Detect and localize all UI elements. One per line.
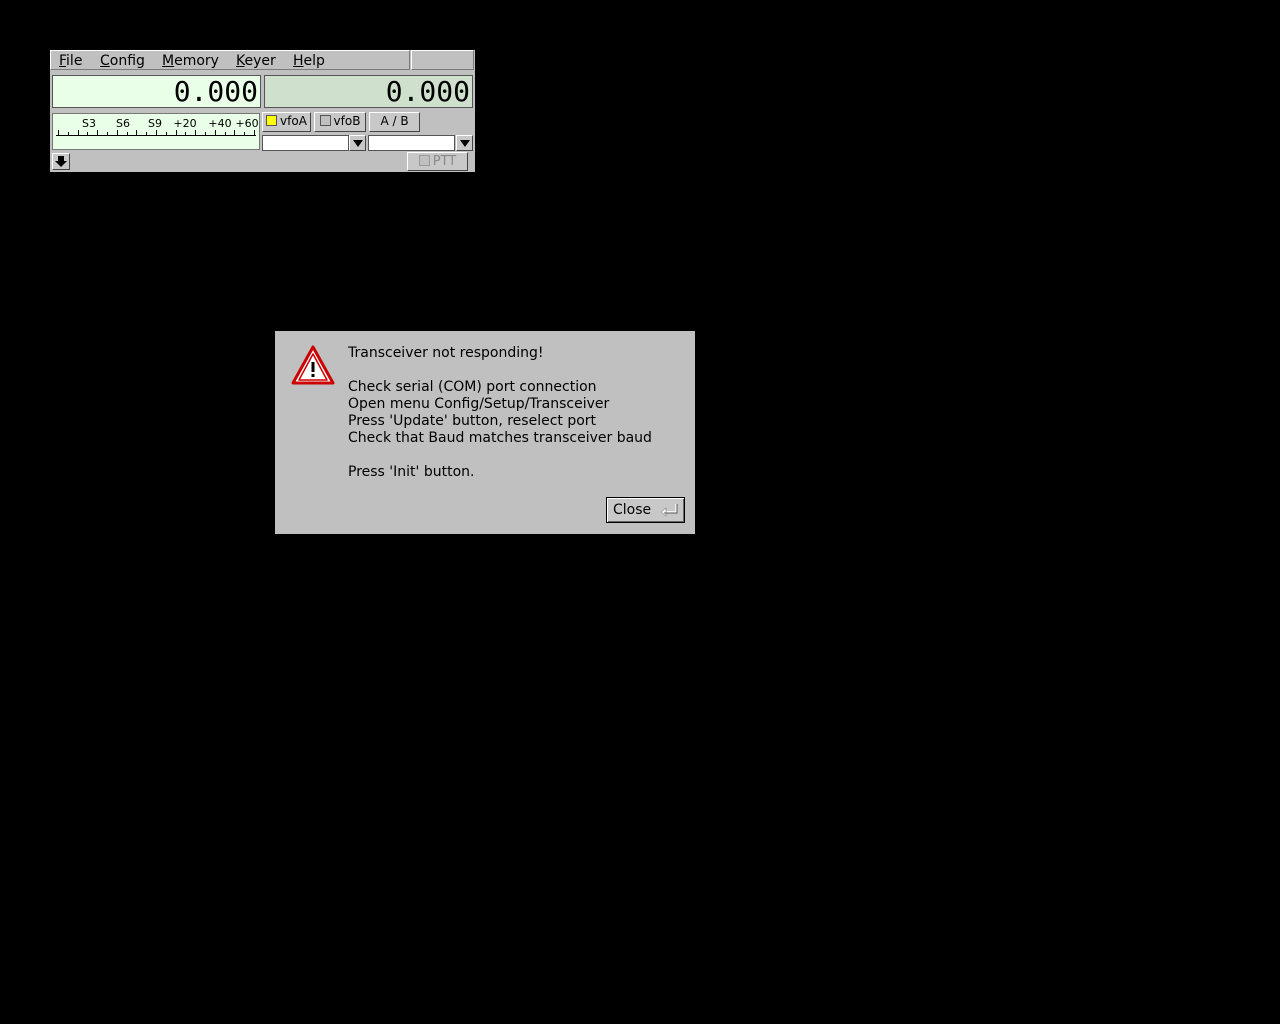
menu-memory[interactable]: Memory [162,52,219,70]
bandwidth-combo-dropdown-icon[interactable] [456,135,473,151]
bandwidth-combo[interactable] [368,135,473,151]
s-meter: S3 S6 S9 +20 +40 +60 [52,113,260,150]
s-meter-tick [156,130,157,135]
s-meter-tick [254,130,255,135]
a-b-swap-button[interactable]: A / B [369,112,420,132]
s-meter-tick [224,132,226,135]
s-meter-tick [77,130,79,135]
s-meter-tick [244,132,246,135]
mode-combo-field[interactable] [262,135,349,151]
s-meter-tick [87,132,89,135]
close-button[interactable]: Close [606,497,685,523]
a-b-swap-button-label: A / B [380,114,409,128]
menu-bar-extra [411,50,474,70]
vfo-b-frequency-display[interactable]: 0.000 [264,75,473,108]
vfo-b-indicator [319,115,331,126]
s-meter-tick [116,130,118,135]
ptt-button-label: PTT [432,154,457,169]
bandwidth-combo-field[interactable] [368,135,455,151]
s-meter-scale: S3 S6 S9 +20 +40 +60 [56,117,259,136]
dialog-message: Transceiver not responding! Check serial… [348,345,652,480]
menu-file[interactable]: File [59,52,82,70]
vfo-b-button[interactable]: vfoB [314,112,366,132]
menu-config[interactable]: Config [100,52,145,70]
s-meter-tick [97,130,99,135]
expand-down-arrow-icon[interactable] [52,153,70,170]
s-meter-tick [107,132,108,135]
close-button-label: Close [613,502,652,518]
s-meter-label-s3: S3 [82,117,96,130]
ptt-button[interactable]: PTT [407,152,468,171]
s-meter-label-s6: S6 [116,117,130,130]
s-meter-tick [67,132,69,135]
menu-help[interactable]: Help [293,52,325,70]
mode-combo[interactable] [262,135,366,151]
s-meter-tick [205,132,206,135]
s-meter-label-plus20: +20 [173,117,197,130]
s-meter-tick [126,132,128,135]
vfo-a-button-label: vfoA [280,114,307,128]
s-meter-tick [165,132,167,135]
vfo-a-frequency-display[interactable]: 0.000 [52,75,261,108]
enter-key-icon [660,504,678,517]
s-meter-tick [185,132,187,135]
s-meter-tick [195,130,197,135]
mode-combo-dropdown-icon[interactable] [349,135,366,151]
s-meter-label-s9: S9 [148,117,162,130]
s-meter-label-plus40: +40 [208,117,232,130]
vfo-b-button-label: vfoB [333,114,361,128]
menu-keyer[interactable]: Keyer [236,52,276,70]
warning-icon [291,345,335,385]
s-meter-tick [146,132,148,135]
s-meter-tick [214,130,216,135]
menu-bar: File Config Memory Keyer Help [50,50,410,70]
s-meter-label-plus60: +60 [235,117,259,130]
ptt-indicator [418,155,430,166]
main-window: File Config Memory Keyer Help 0.000 0.00… [50,50,475,172]
s-meter-tick [58,130,59,135]
s-meter-tick [234,130,236,135]
vfo-a-indicator [266,115,278,126]
s-meter-tick [175,130,177,135]
s-meter-tick [136,130,138,135]
vfo-a-button[interactable]: vfoA [262,112,311,132]
